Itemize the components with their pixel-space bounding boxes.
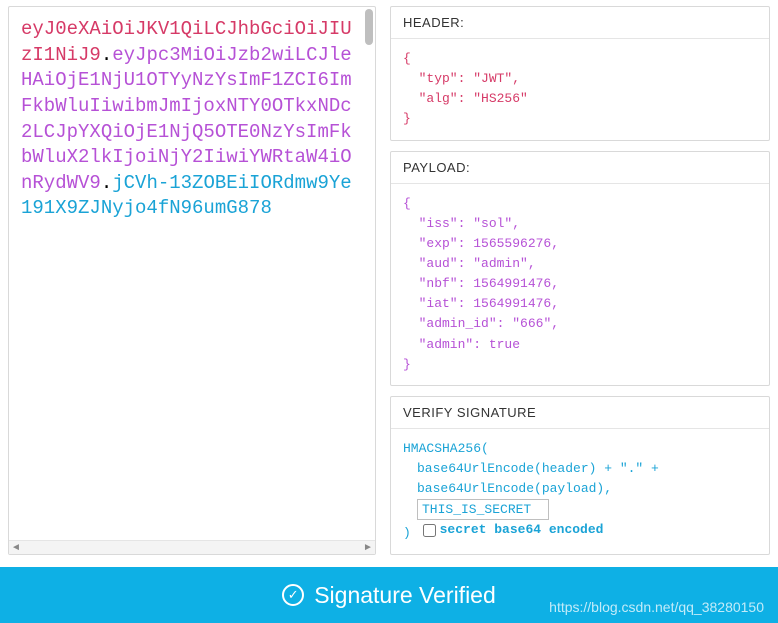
secret-base64-label[interactable]: secret base64 encoded [440, 520, 604, 540]
scroll-left-icon[interactable]: ◄ [9, 541, 23, 555]
payload-nbf-value: 1564991476 [473, 276, 551, 291]
token-dot: . [101, 172, 112, 194]
payload-exp-value: 1565596276 [473, 236, 551, 251]
vertical-scrollbar-thumb[interactable] [365, 9, 373, 45]
scroll-right-icon[interactable]: ► [361, 541, 375, 555]
payload-iat-value: 1564991476 [473, 296, 551, 311]
verify-section-title: VERIFY SIGNATURE [391, 397, 769, 429]
payload-admin-value: true [489, 337, 520, 352]
header-json-view[interactable]: { "typ": "JWT", "alg": "HS256" } [391, 39, 769, 140]
encoded-token-textarea[interactable]: eyJ0eXAiOiJKV1QiLCJhbGciOiJIUzI1NiJ9.eyJ… [9, 7, 375, 540]
payload-section: PAYLOAD: { "iss": "sol", "exp": 15655962… [390, 151, 770, 386]
verify-signature-section: VERIFY SIGNATURE HMACSHA256(base64UrlEnc… [390, 396, 770, 555]
sig-func-line: HMACSHA256( [403, 439, 757, 459]
header-section-title: HEADER: [391, 7, 769, 39]
token-dot: . [101, 44, 112, 66]
payload-section-title: PAYLOAD: [391, 152, 769, 184]
check-circle-icon: ✓ [282, 584, 304, 606]
watermark-text: https://blog.csdn.net/qq_38280150 [549, 599, 764, 615]
sig-close: ) [403, 526, 411, 541]
horizontal-scrollbar[interactable]: ◄ ► [9, 540, 375, 554]
payload-json-view[interactable]: { "iss": "sol", "exp": 1565596276, "aud"… [391, 184, 769, 385]
payload-aud-value: admin [481, 256, 520, 271]
payload-iss-value: sol [481, 216, 504, 231]
payload-adminid-value: 666 [520, 316, 543, 331]
encoded-token-panel: eyJ0eXAiOiJKV1QiLCJhbGciOiJIUzI1NiJ9.eyJ… [8, 6, 376, 555]
sig-line1: base64UrlEncode(header) + "." + [403, 459, 757, 479]
secret-input[interactable] [417, 499, 549, 520]
verified-text: Signature Verified [314, 582, 496, 609]
header-section: HEADER: { "typ": "JWT", "alg": "HS256" } [390, 6, 770, 141]
header-typ-value: JWT [481, 71, 504, 86]
header-alg-value: HS256 [481, 91, 520, 106]
decoded-panel: HEADER: { "typ": "JWT", "alg": "HS256" }… [390, 6, 770, 555]
signature-formula: HMACSHA256(base64UrlEncode(header) + "."… [391, 429, 769, 554]
secret-base64-checkbox[interactable] [423, 524, 436, 537]
sig-line2: base64UrlEncode(payload), [403, 479, 757, 499]
signature-verified-banner: ✓ Signature Verified https://blog.csdn.n… [0, 567, 778, 623]
